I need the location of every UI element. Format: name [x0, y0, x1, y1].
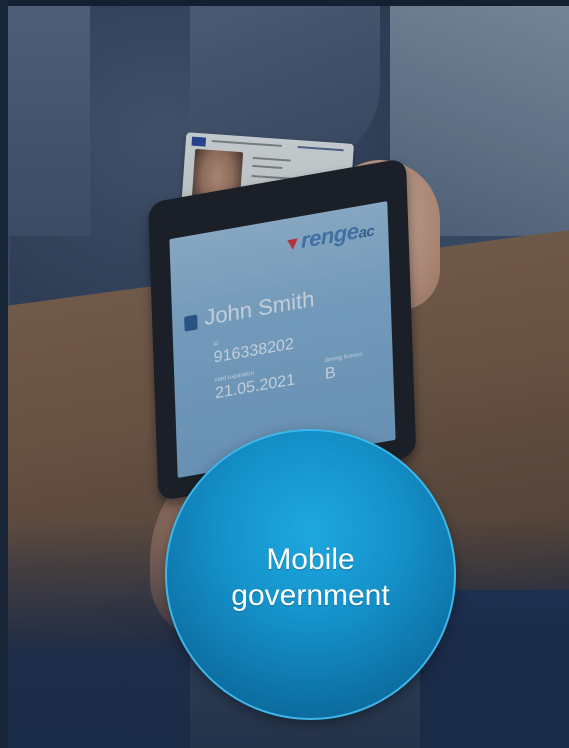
frame-left-edge: [0, 0, 8, 748]
mobile-government-badge: Mobile government: [165, 429, 456, 720]
badge-label: Mobile government: [231, 542, 389, 614]
frame-top-edge: [0, 0, 569, 6]
slide-canvas: ▼rengeac John Smith id 916338202 card ex…: [0, 0, 569, 748]
badge-line-1: Mobile: [266, 542, 355, 576]
badge-line-2: government: [231, 578, 390, 612]
